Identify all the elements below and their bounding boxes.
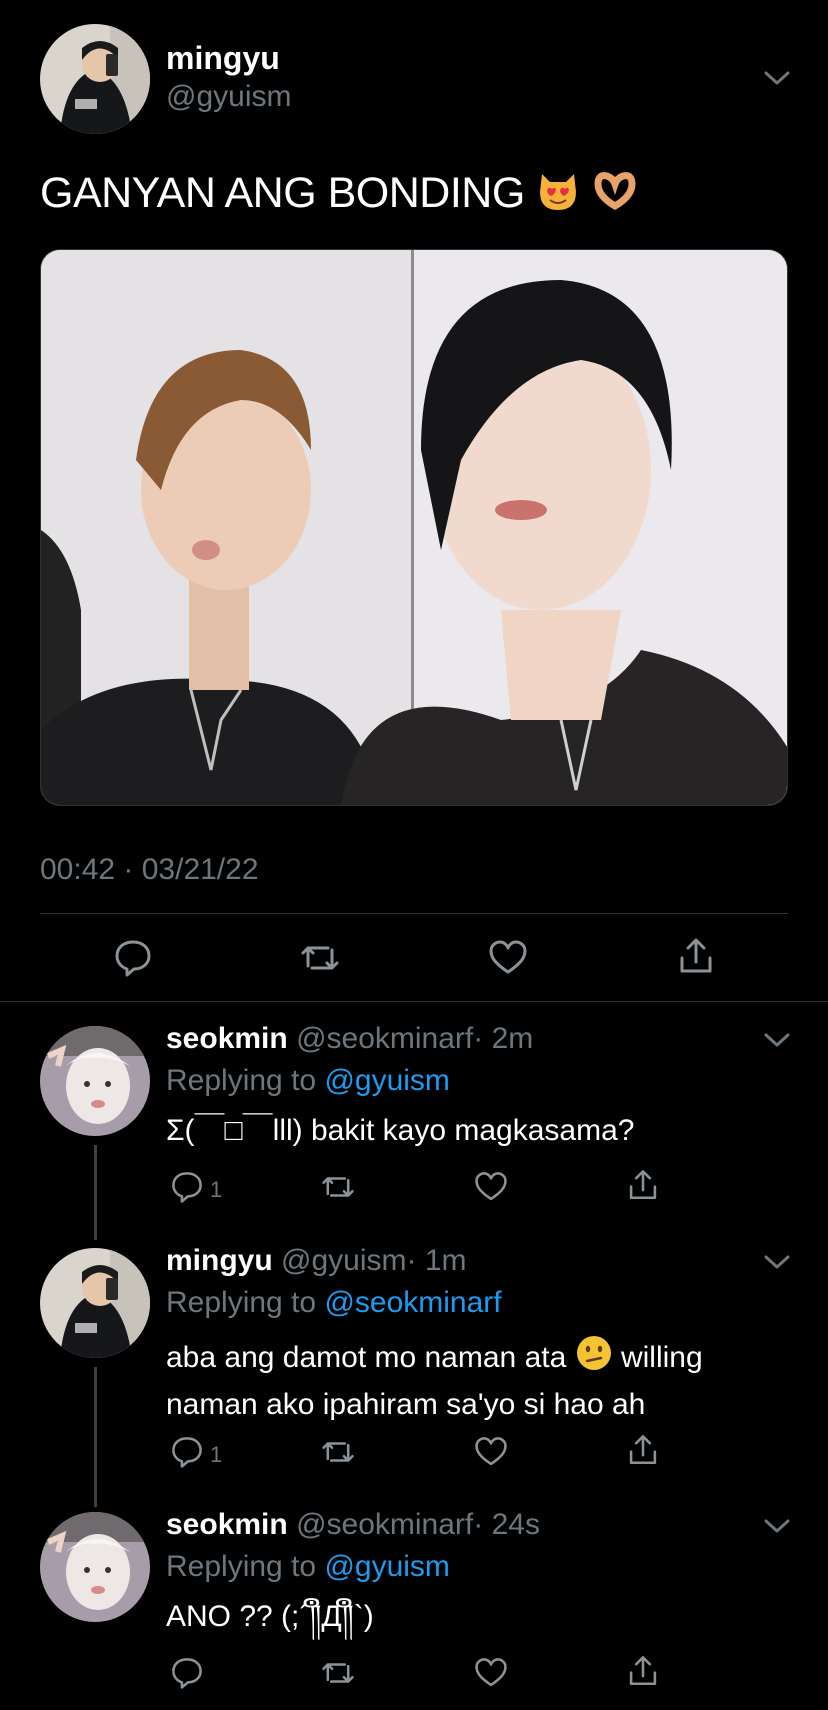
- tweet-text: GANYAN ANG BONDING: [40, 168, 638, 223]
- author-handle[interactable]: @gyuism: [166, 80, 291, 114]
- reply-header: seokmin @seokminarf· 24s: [166, 1508, 540, 1542]
- reply-text-line1-after: willing: [620, 1340, 703, 1374]
- reply-author-handle[interactable]: @seokminarf: [296, 1022, 473, 1055]
- tweet-timestamp[interactable]: 00:42 · 03/21/22: [40, 853, 259, 887]
- chevron-down-icon[interactable]: [762, 1252, 792, 1272]
- thread-line: [94, 1367, 97, 1507]
- reply-header: mingyu @gyuism· 1m: [166, 1244, 467, 1278]
- reply-icon[interactable]: [170, 1435, 204, 1469]
- reply-icon[interactable]: [170, 1656, 204, 1690]
- chevron-down-icon[interactable]: [762, 1030, 792, 1050]
- replying-prefix: Replying to: [166, 1064, 317, 1097]
- retweet-icon[interactable]: [321, 1435, 355, 1469]
- section-divider: [0, 1001, 828, 1002]
- reply-count: 1: [210, 1442, 223, 1467]
- like-icon[interactable]: [474, 1435, 508, 1469]
- replying-prefix: Replying to: [166, 1550, 317, 1583]
- reply-author-name[interactable]: mingyu: [166, 1244, 273, 1277]
- photo-image: [41, 250, 787, 805]
- reply-text-line2: naman ako ipahiram sa'yo si hao ah: [166, 1388, 646, 1421]
- reply-text: Σ(￣□￣lll) bakit kayo magkasama?: [166, 1114, 635, 1147]
- replying-mention[interactable]: @gyuism: [324, 1064, 449, 1097]
- chevron-down-icon[interactable]: [762, 68, 792, 88]
- reply-author-name[interactable]: seokmin: [166, 1508, 288, 1541]
- reply-text-line1: aba ang damot mo naman ata: [166, 1340, 567, 1374]
- reply-icon[interactable]: [113, 938, 153, 978]
- share-icon[interactable]: [626, 1433, 660, 1467]
- reply-count: 1: [210, 1177, 223, 1202]
- mingyu-avatar[interactable]: [40, 24, 150, 134]
- retweet-icon[interactable]: [300, 938, 340, 978]
- reply-time[interactable]: · 24s: [473, 1508, 540, 1541]
- tweet-text-content: GANYAN ANG BONDING: [40, 168, 525, 217]
- confused-face-emoji: [575, 1334, 613, 1384]
- replying-mention[interactable]: @gyuism: [324, 1550, 449, 1583]
- reply-icon[interactable]: [170, 1170, 204, 1204]
- share-icon[interactable]: [626, 1654, 660, 1688]
- reply-time[interactable]: · 2m: [473, 1022, 533, 1055]
- author-name[interactable]: mingyu: [166, 40, 280, 77]
- tweet-photo[interactable]: [40, 249, 788, 806]
- like-icon[interactable]: [488, 938, 528, 978]
- thread-line: [94, 1145, 97, 1240]
- reply-author-handle[interactable]: @seokminarf: [296, 1508, 473, 1541]
- heart-hands-emoji: [592, 168, 638, 223]
- reply-author-handle[interactable]: @gyuism: [281, 1244, 406, 1277]
- like-icon[interactable]: [474, 1170, 508, 1204]
- heart-eyes-cat-emoji: [536, 168, 580, 223]
- reply-text: ANO ?? (;´༎ຶД༎ຶ`): [166, 1600, 374, 1633]
- reply-time[interactable]: · 1m: [407, 1244, 467, 1277]
- divider: [40, 913, 788, 914]
- reply-author-name[interactable]: seokmin: [166, 1022, 288, 1055]
- replying-to: Replying to @gyuism: [166, 1064, 450, 1098]
- share-icon[interactable]: [626, 1168, 660, 1202]
- seokmin-avatar[interactable]: [40, 1026, 150, 1136]
- chevron-down-icon[interactable]: [762, 1516, 792, 1536]
- replying-mention[interactable]: @seokminarf: [324, 1286, 501, 1319]
- replying-to: Replying to @seokminarf: [166, 1286, 502, 1320]
- share-icon[interactable]: [676, 936, 716, 976]
- replying-prefix: Replying to: [166, 1286, 317, 1319]
- retweet-icon[interactable]: [321, 1656, 355, 1690]
- mingyu-avatar[interactable]: [40, 1248, 150, 1358]
- like-icon[interactable]: [474, 1656, 508, 1690]
- reply-text: aba ang damot mo naman ata willing naman…: [166, 1334, 806, 1426]
- retweet-icon[interactable]: [321, 1170, 355, 1204]
- replying-to: Replying to @gyuism: [166, 1550, 450, 1584]
- seokmin-avatar[interactable]: [40, 1512, 150, 1622]
- reply-header: seokmin @seokminarf· 2m: [166, 1022, 533, 1056]
